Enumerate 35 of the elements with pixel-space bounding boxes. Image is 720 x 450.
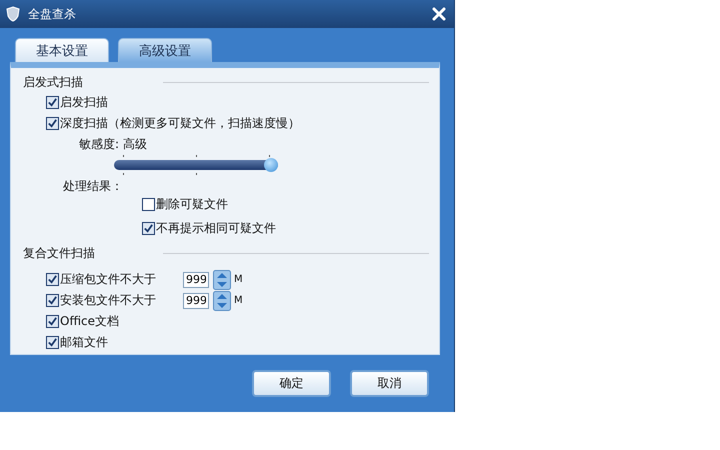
checkbox[interactable] <box>46 336 59 349</box>
checkbox-label: 删除可疑文件 <box>156 196 228 213</box>
checkbox[interactable] <box>46 294 59 307</box>
checkbox-label: 启发扫描 <box>60 94 108 111</box>
checkbox[interactable] <box>46 96 59 109</box>
checkbox-label: 安装包文件不大于 <box>60 292 157 309</box>
checkbox-label: 压缩包文件不大于 <box>60 271 157 288</box>
spinner-icon[interactable] <box>213 290 231 310</box>
checkbox-label: 深度扫描（检测更多可疑文件，扫描速度慢） <box>60 115 300 132</box>
sensitivity-label: 敏感度: <box>79 136 120 152</box>
section-heading: 启发式扫描 <box>23 74 84 90</box>
checkbox[interactable] <box>142 222 155 235</box>
checkbox-label: 邮箱文件 <box>60 334 109 351</box>
checkbox[interactable] <box>46 117 59 130</box>
size-input[interactable]: 999 <box>183 292 209 308</box>
sensitivity-value: 高级 <box>123 136 148 152</box>
checkbox[interactable] <box>142 198 155 211</box>
spinner-icon[interactable] <box>213 270 231 290</box>
ok-button[interactable]: 确定 <box>252 370 331 397</box>
checkbox[interactable] <box>46 315 59 328</box>
tab[interactable]: 高级设置 <box>118 38 212 62</box>
unit-label: M <box>234 274 243 285</box>
result-label: 处理结果： <box>62 178 124 194</box>
close-icon[interactable] <box>432 7 446 21</box>
checkbox-label: Office文档 <box>60 313 120 330</box>
cancel-button[interactable]: 取消 <box>350 370 429 397</box>
window-title: 全盘查杀 <box>28 6 77 22</box>
slider-thumb[interactable] <box>264 158 278 172</box>
unit-label: M <box>234 295 243 306</box>
shield-icon <box>5 6 21 22</box>
tab[interactable]: 基本设置 <box>15 38 109 62</box>
size-input[interactable]: 999 <box>183 272 209 288</box>
section-heading: 复合文件扫描 <box>23 244 96 262</box>
checkbox-label: 不再提示相同可疑文件 <box>156 220 276 237</box>
checkbox[interactable] <box>46 273 59 286</box>
